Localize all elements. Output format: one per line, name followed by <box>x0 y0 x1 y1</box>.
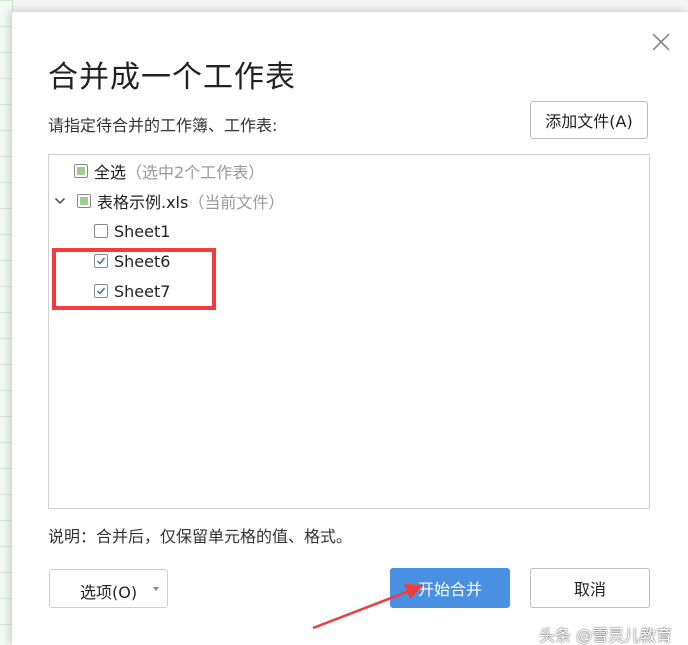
chevron-down-icon[interactable] <box>53 194 67 208</box>
caret-down-icon <box>153 587 159 591</box>
tree-item-sheet1[interactable]: Sheet1 <box>94 216 170 246</box>
tree-item-sheet6[interactable]: Sheet6 <box>94 246 170 276</box>
sheet6-label: Sheet6 <box>114 251 171 271</box>
background-toolbar <box>0 0 688 12</box>
options-dropdown[interactable]: 选项(O) <box>49 569 168 608</box>
tree-item-select-all[interactable]: 全选 （选中2个工作表） <box>74 156 264 186</box>
select-all-checkbox[interactable] <box>74 164 88 178</box>
options-label: 选项(O) <box>80 583 138 602</box>
select-all-label: 全选 <box>94 163 127 182</box>
sheet6-checkbox[interactable] <box>94 254 108 268</box>
dialog-subtitle: 请指定待合并的工作簿、工作表: <box>48 116 278 135</box>
merge-note: 说明：合并后，仅保留单元格的值、格式。 <box>48 527 353 546</box>
merge-dialog: 合并成一个工作表 请指定待合并的工作簿、工作表: 添加文件(A) 全选 （选中2… <box>12 12 688 645</box>
sheet7-label: Sheet7 <box>114 281 171 301</box>
start-merge-button[interactable]: 开始合并 <box>390 568 510 608</box>
dialog-title: 合并成一个工作表 <box>48 60 296 95</box>
sheet1-label: Sheet1 <box>114 221 171 241</box>
workbook-checkbox[interactable] <box>77 194 91 208</box>
watermark: 头条 @雪灵儿教育 <box>539 626 673 645</box>
sheet-tree: 全选 （选中2个工作表） 表格示例.xls （当前文件） Sheet1 Shee… <box>48 154 650 509</box>
close-icon[interactable] <box>650 31 672 53</box>
workbook-label: 表格示例.xls <box>97 193 189 212</box>
workbook-hint: （当前文件） <box>188 193 285 212</box>
sheet7-checkbox[interactable] <box>94 284 108 298</box>
tree-item-workbook[interactable]: 表格示例.xls （当前文件） <box>53 186 284 216</box>
cancel-button[interactable]: 取消 <box>530 568 650 608</box>
sheet1-checkbox[interactable] <box>94 224 108 238</box>
tree-item-sheet7[interactable]: Sheet7 <box>94 276 170 306</box>
add-file-button[interactable]: 添加文件(A) <box>530 101 648 139</box>
select-all-hint: （选中2个工作表） <box>126 163 265 182</box>
